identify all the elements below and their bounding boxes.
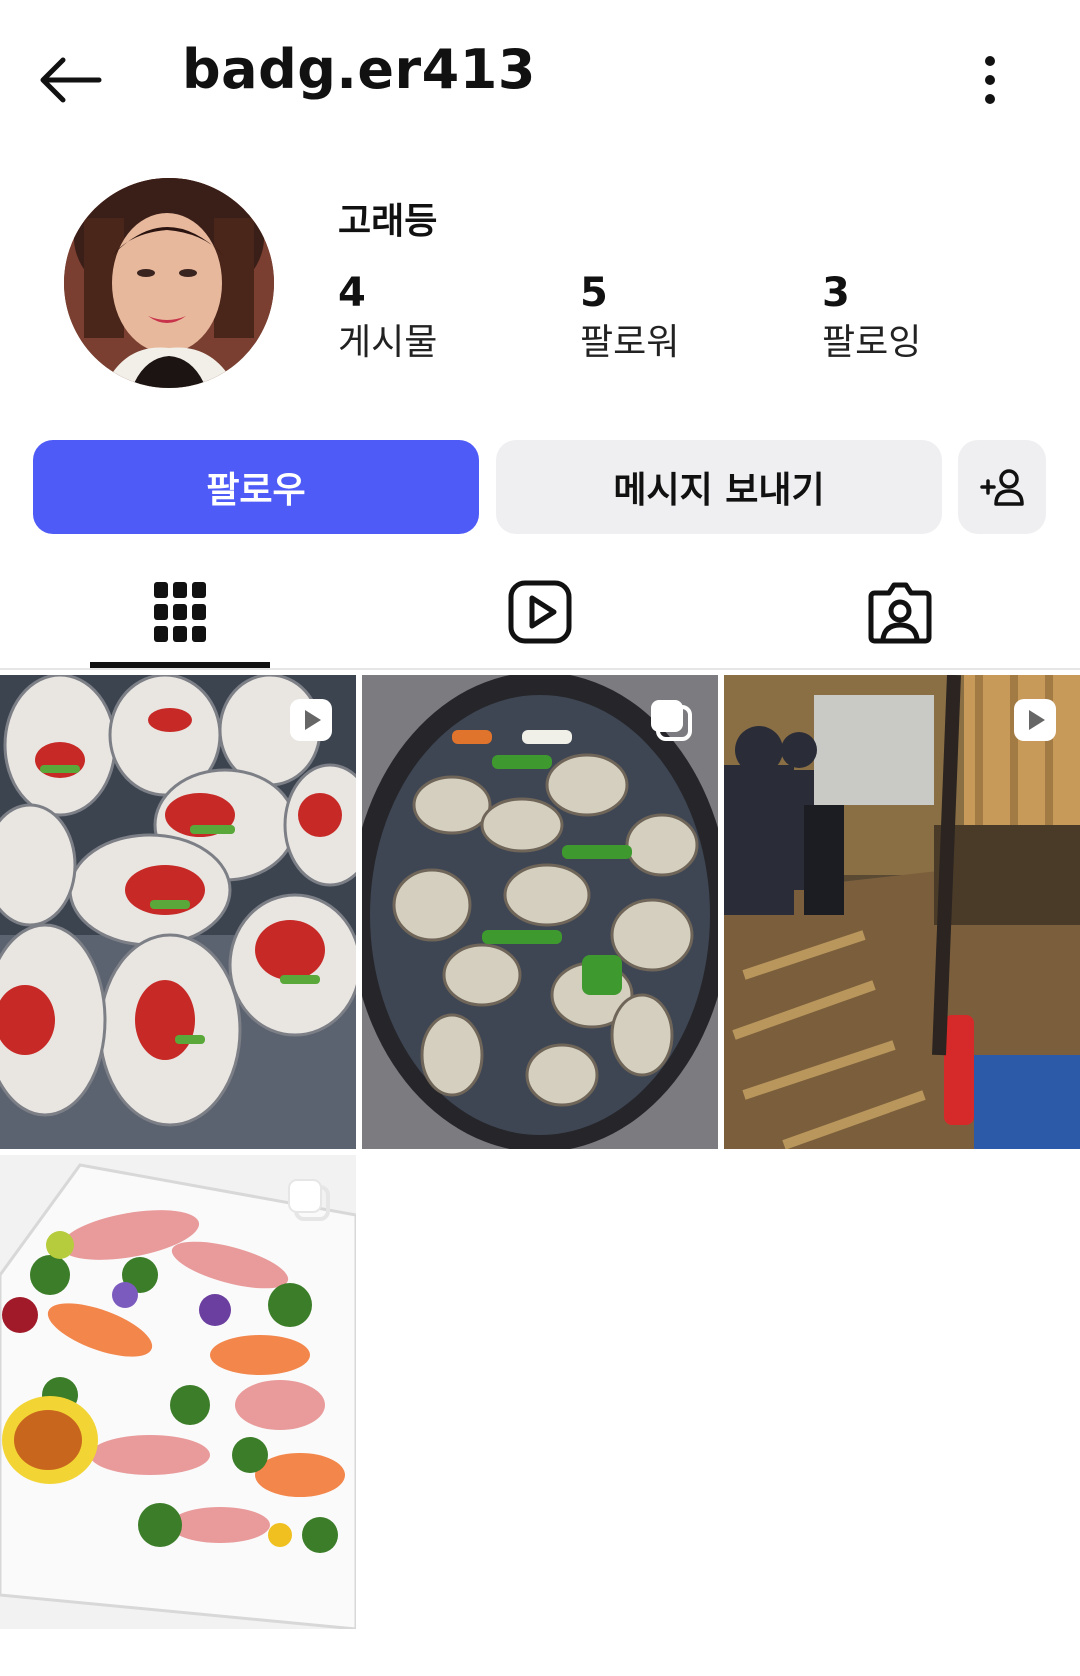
posts-count: 4 — [338, 270, 366, 316]
followers-label: 팔로워 — [580, 322, 680, 363]
profile-username: badg.er413 — [182, 38, 536, 101]
grid-icon — [154, 582, 206, 642]
stat-posts[interactable]: 4 게시물 — [338, 268, 538, 368]
suggest-people-button[interactable] — [958, 440, 1046, 534]
carousel-badge-icon — [651, 700, 692, 741]
avatar-image — [64, 178, 274, 388]
oysters-photo — [0, 675, 356, 1149]
following-count: 3 — [822, 270, 850, 316]
reel-badge-icon — [290, 699, 332, 741]
sashimi-platter-photo — [0, 1155, 356, 1629]
add-person-icon — [980, 469, 1024, 506]
more-vertical-icon — [985, 56, 995, 104]
following-label: 팔로잉 — [822, 322, 922, 363]
followers-count: 5 — [580, 270, 608, 316]
stat-following[interactable]: 3 팔로잉 — [822, 268, 1022, 368]
profile-display-name: 고래등 — [338, 201, 438, 242]
post-thumbnail[interactable] — [724, 675, 1080, 1149]
profile-tabs — [0, 556, 1080, 670]
stat-followers[interactable]: 5 팔로워 — [580, 268, 780, 368]
reels-icon — [508, 580, 572, 644]
reel-badge-icon — [1014, 699, 1056, 741]
top-bar: badg.er413 — [0, 0, 1080, 160]
restaurant-interior-photo — [724, 675, 1080, 1149]
tab-posts-grid[interactable] — [80, 556, 280, 668]
message-button[interactable]: 메시지 보내기 — [496, 440, 942, 534]
post-thumbnail[interactable] — [0, 1155, 356, 1629]
tab-reels[interactable] — [440, 556, 640, 668]
back-arrow-icon — [40, 57, 102, 103]
profile-avatar[interactable] — [64, 178, 274, 388]
carousel-badge-icon — [288, 1179, 330, 1221]
back-button[interactable] — [30, 45, 110, 115]
active-tab-indicator — [90, 662, 270, 668]
post-thumbnail[interactable] — [0, 675, 356, 1149]
clam-soup-photo — [362, 675, 718, 1149]
tagged-icon — [868, 582, 932, 644]
posts-label: 게시물 — [338, 322, 438, 363]
tab-tagged[interactable] — [800, 556, 1000, 668]
post-thumbnail[interactable] — [362, 675, 718, 1149]
more-options-button[interactable] — [960, 45, 1020, 115]
follow-button[interactable]: 팔로우 — [33, 440, 479, 534]
